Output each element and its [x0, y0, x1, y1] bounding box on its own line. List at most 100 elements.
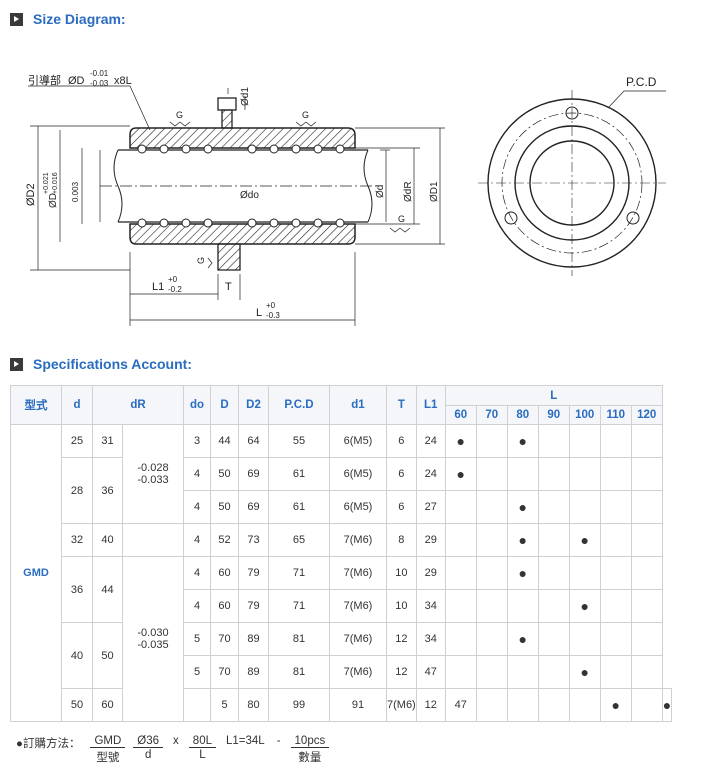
lead-tol-lower: -0.03 — [90, 79, 109, 88]
cell-t: 6 — [386, 490, 417, 524]
cell-dr-size: 60 — [92, 688, 123, 722]
cell-l1: 34 — [415, 622, 446, 656]
cell-l-80: ● — [506, 556, 539, 590]
size-diagram-header: Size Diagram: — [10, 11, 126, 27]
cell-t: 10 — [386, 589, 417, 623]
cell-dr-tolerance-empty — [183, 688, 211, 722]
header-l-90: 90 — [537, 405, 570, 425]
cell-l-90 — [568, 688, 601, 722]
cell-l-60 — [444, 622, 477, 656]
cell-l1: 47 — [415, 655, 446, 689]
cell-pcd: 91 — [329, 688, 387, 722]
label-D-tol-lower: +0.016 — [52, 172, 59, 194]
arrow-right-icon — [10, 357, 23, 371]
label-D2: ØD2 — [25, 183, 37, 206]
cell-d1: 6(M5) — [329, 424, 387, 458]
cell-l-80: ● — [506, 490, 539, 524]
cell-pcd: 81 — [268, 622, 330, 656]
label-D-tol-upper: +0.021 — [43, 172, 50, 194]
cell-dr-tolerance-empty — [122, 523, 184, 557]
cell-d: 44 — [210, 424, 239, 458]
cell-l-120 — [630, 556, 663, 590]
cell-l-110 — [599, 457, 632, 491]
cell-l-60 — [475, 688, 508, 722]
cell-t: 10 — [386, 556, 417, 590]
arrow-right-icon — [10, 12, 23, 26]
header-pcd: P.C.D — [268, 385, 330, 425]
cell-l-90 — [537, 589, 570, 623]
header-D: D — [210, 385, 239, 425]
cell-l-110 — [599, 622, 632, 656]
table-row: GMD 25 31 -0.028 -0.033 3 44 64 55 6(M5) 6 24 ● ● — [10, 424, 672, 722]
cell-l-70 — [475, 457, 508, 491]
cell-l-60 — [444, 655, 477, 689]
label-g-bottom: G — [196, 257, 206, 264]
cell-d1: 6(M5) — [329, 457, 387, 491]
cell-do: 4 — [183, 556, 211, 590]
specifications-title: Specifications Account: — [33, 356, 192, 372]
order-x: x — [173, 735, 179, 747]
cell-d1: 7(M6) — [329, 589, 387, 623]
cell-d: 50 — [210, 457, 239, 491]
header-L1: L1 — [415, 385, 446, 425]
cell-d: 70 — [210, 655, 239, 689]
cell-d: 40 — [61, 622, 93, 689]
cell-d1: 6(M5) — [329, 490, 387, 524]
cell-l-120 — [630, 457, 663, 491]
order-quantity: 10pcs 數量 — [290, 735, 330, 765]
cell-l-100 — [568, 622, 601, 656]
cell-l-100 — [568, 457, 601, 491]
cell-pcd: 61 — [268, 490, 330, 524]
cell-l-60 — [444, 589, 477, 623]
header-l-100: 100 — [568, 405, 601, 425]
label-L-upper: +0 — [266, 301, 276, 310]
cell-d: 36 — [61, 556, 93, 623]
cell-l-90 — [537, 622, 570, 656]
cell-l-90 — [537, 424, 570, 458]
cell-d2: 69 — [238, 490, 269, 524]
header-T: T — [386, 385, 417, 425]
order-length: 80L L — [188, 735, 216, 761]
label-g-left: G — [176, 110, 183, 120]
cell-l1: 47 — [444, 688, 477, 722]
cell-l1: 29 — [415, 556, 446, 590]
cell-l-70 — [475, 556, 508, 590]
cell-l-60 — [444, 523, 477, 557]
table-row: 50 60 5 80 99 91 7(M6) 12 47 ● ● — [11, 688, 673, 722]
cell-pcd: 71 — [268, 589, 330, 623]
cell-l-110 — [599, 523, 632, 557]
cell-d: 70 — [210, 622, 239, 656]
size-diagram-title: Size Diagram: — [33, 11, 126, 27]
cell-l-90 — [537, 490, 570, 524]
label-D1: ØD1 — [429, 181, 440, 202]
label-do: Ødo — [240, 190, 259, 201]
header-type: 型式 — [10, 385, 62, 425]
cell-dr-size: 36 — [92, 457, 123, 524]
lead-tol-upper: -0.01 — [90, 69, 109, 78]
cell-l-80 — [506, 589, 539, 623]
header-l-110: 110 — [599, 405, 632, 425]
cell-dr-size: 31 — [92, 424, 123, 458]
cell-l-110 — [599, 424, 632, 458]
header-l-120: 120 — [630, 405, 663, 425]
cell-d: 80 — [238, 688, 269, 722]
header-do: do — [183, 385, 211, 425]
spec-table: 型式 d dR do D D2 P.C.D d1 T L1 L 60 70 80 90… — [10, 385, 673, 722]
cell-l-60: ● — [444, 424, 477, 458]
cell-d2: 99 — [268, 688, 330, 722]
cell-t: 12 — [415, 688, 446, 722]
cell-l-100: ● — [568, 589, 601, 623]
cell-l1: 34 — [415, 589, 446, 623]
cell-l-110 — [599, 490, 632, 524]
label-pcd: P.C.D — [626, 75, 657, 89]
label-g-right: G — [302, 110, 309, 120]
cell-l1: 24 — [415, 457, 446, 491]
series-cell: GMD — [10, 424, 62, 722]
cell-l-120 — [630, 490, 663, 524]
cell-l-90 — [537, 457, 570, 491]
cell-l-80 — [506, 655, 539, 689]
cell-do: 4 — [183, 457, 211, 491]
cell-l-80: ● — [506, 622, 539, 656]
label-runout: 0.003 — [71, 181, 80, 202]
size-diagram: 引導部 ØD -0.01 -0.03 x8L Ød1 G G G G ØD2 Ø… — [25, 69, 666, 326]
